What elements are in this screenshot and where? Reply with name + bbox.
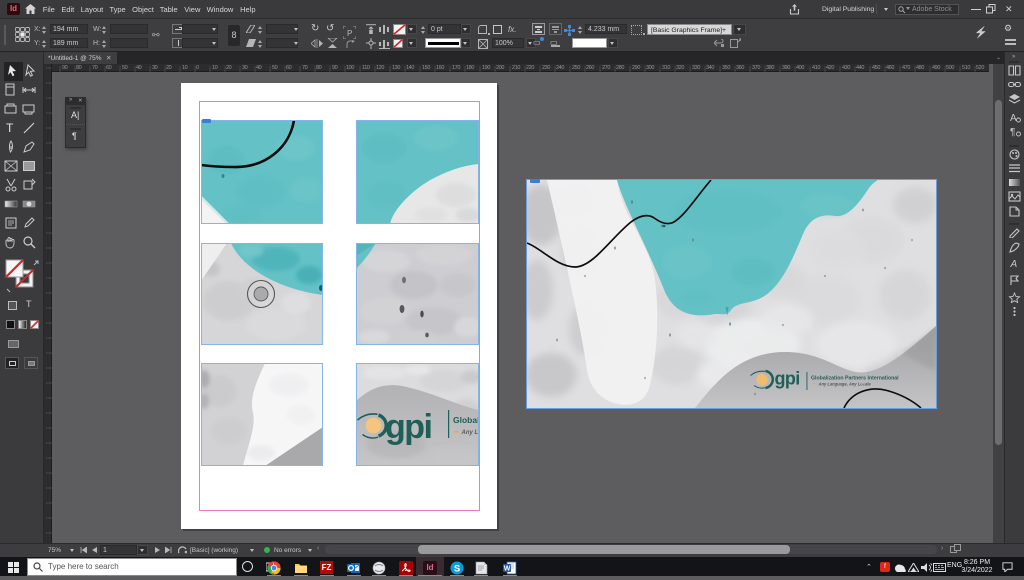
svg-text:A: A — [1010, 113, 1017, 123]
svg-text:T: T — [6, 121, 14, 135]
svg-text:¶: ¶ — [1010, 127, 1015, 137]
svg-text:W: W — [504, 566, 511, 573]
svg-text:P: P — [347, 29, 352, 38]
svg-text:A: A — [1010, 259, 1018, 269]
svg-text:S: S — [454, 564, 460, 575]
